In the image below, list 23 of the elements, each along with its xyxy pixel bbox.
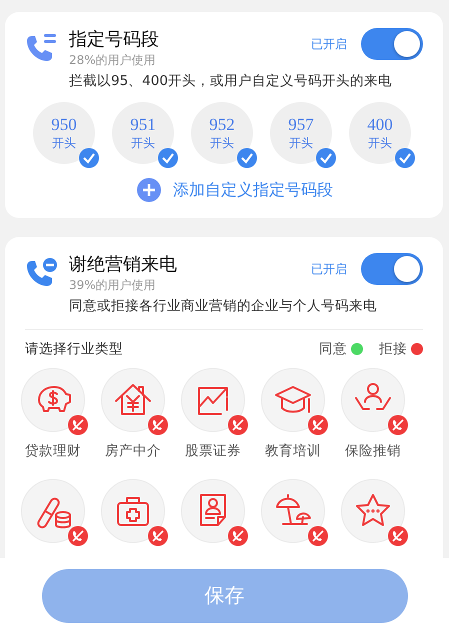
add-prefix-text[interactable]: 添加自定义指定号码段	[173, 180, 333, 200]
section-title: 指定号码段	[69, 28, 160, 52]
add-prefix-link[interactable]: 添加自定义指定号码段	[47, 178, 423, 202]
industry-label: 保险推销	[345, 442, 401, 460]
status-label: 已开启	[311, 261, 347, 278]
industry-label: 贷款理财	[25, 442, 81, 460]
section-title: 谢绝营销来电	[69, 253, 178, 277]
toggle-switch[interactable]	[361, 253, 423, 285]
toggle-switch[interactable]	[361, 28, 423, 60]
status-label: 已开启	[311, 36, 347, 53]
phone-list-icon	[25, 32, 59, 64]
description-text: 同意或拒接各行业商业营销的企业与个人号码来电	[69, 297, 378, 315]
usage-text: 28%的用户使用	[69, 52, 157, 68]
usage-text: 39%的用户使用	[69, 277, 157, 293]
phone-block-icon	[25, 257, 59, 289]
prompt-text: 请选择行业类型	[25, 340, 124, 358]
legend-label: 同意	[319, 340, 347, 358]
legend-label: 拒接	[379, 340, 407, 358]
description-text: 拦截以95、400开头，或用户自定义号码开头的来电	[69, 72, 393, 90]
plus-icon	[137, 178, 161, 202]
industry-label: 教育培训	[265, 442, 321, 460]
industry-label: 股票证券	[185, 442, 241, 460]
industry-label: 房产中介	[105, 442, 161, 460]
